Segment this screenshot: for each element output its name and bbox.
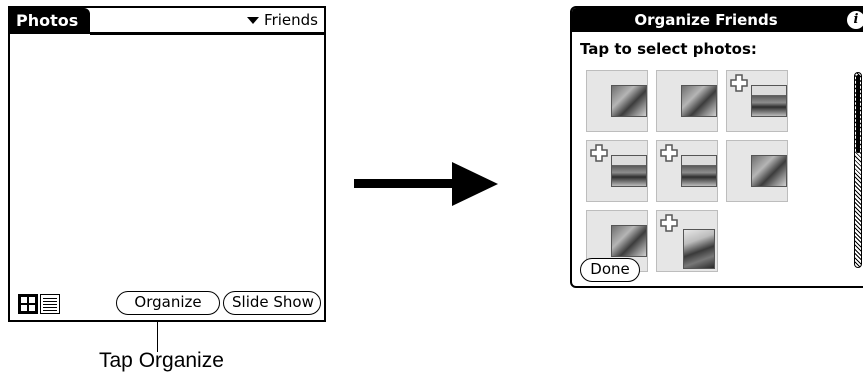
photo-image (681, 85, 717, 117)
callout-text: Tap Organize (99, 349, 224, 372)
dialog-title: Organize Friends (634, 11, 778, 29)
done-button[interactable]: Done (580, 258, 640, 282)
photo-thumbnail[interactable] (586, 140, 648, 202)
photos-screen: Photos Friends Organize Slide Show (8, 6, 326, 322)
photo-image (611, 85, 647, 117)
photo-thumbnail[interactable] (726, 70, 788, 132)
callout-line (157, 322, 158, 352)
scroll-thumb[interactable] (856, 75, 860, 153)
photo-image (681, 155, 717, 187)
plus-icon (660, 144, 678, 162)
photos-title: Photos (10, 8, 90, 34)
photo-image (751, 155, 787, 187)
instruction-text: Tap to select photos: (580, 40, 757, 58)
photo-thumbnail[interactable] (656, 140, 718, 202)
arrow-head (452, 162, 498, 206)
info-icon[interactable]: i (847, 11, 863, 29)
dialog-titlebar: Organize Friends i (572, 8, 863, 32)
thumbnail-view-icon[interactable] (18, 294, 38, 314)
photo-thumbnail[interactable] (726, 140, 788, 202)
photo-image (611, 155, 647, 187)
photo-image (751, 85, 787, 117)
right-arrow-icon (354, 179, 454, 188)
category-picker[interactable]: Friends (247, 10, 318, 30)
photo-thumbnail[interactable] (656, 70, 718, 132)
plus-icon (590, 144, 608, 162)
organize-dialog: Organize Friends i Tap to select photos:… (570, 6, 863, 288)
list-view-icon[interactable] (40, 294, 60, 314)
plus-icon (660, 214, 678, 232)
triangle-down-icon (247, 16, 260, 24)
view-toggle (18, 294, 60, 314)
photo-thumbnail[interactable] (586, 70, 648, 132)
photo-image (611, 225, 647, 257)
photo-thumbnail[interactable] (656, 210, 718, 272)
scrollbar[interactable] (854, 72, 862, 268)
plus-icon (730, 74, 748, 92)
organize-button[interactable]: Organize (116, 291, 220, 315)
slide-show-button[interactable]: Slide Show (223, 291, 321, 315)
photo-image (683, 229, 715, 269)
category-label: Friends (264, 11, 318, 29)
title-rule (90, 32, 324, 35)
